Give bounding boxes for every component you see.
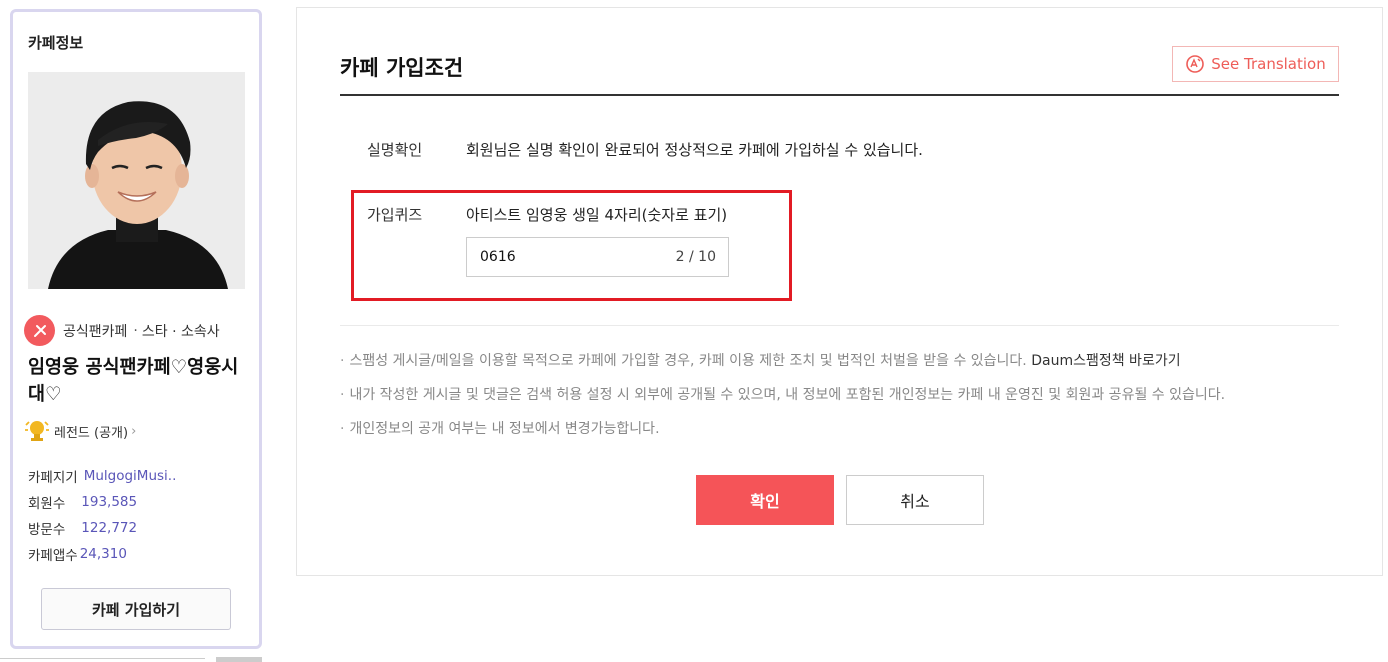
bullet: · bbox=[340, 387, 345, 403]
quiz-answer-field[interactable]: 0616 2 / 10 bbox=[466, 237, 729, 277]
stat-value: 193,585 bbox=[81, 494, 138, 510]
stat-row-visits: 방문수 122,772 bbox=[28, 515, 176, 541]
notice-privacy: · 내가 작성한 게시글 및 댓글은 검색 허용 설정 시 외부에 공개될 수 있… bbox=[340, 384, 1225, 404]
stat-label: 카페지기 bbox=[28, 470, 78, 486]
category-separator: · bbox=[133, 322, 138, 339]
bullet: · bbox=[340, 421, 345, 437]
title-divider bbox=[340, 94, 1339, 96]
notice-text: 개인정보의 공개 여부는 내 정보에서 변경가능합니다. bbox=[349, 421, 660, 437]
quiz-answer-value: 0616 bbox=[480, 249, 516, 265]
cafe-info-sidebar: 카페정보 공식팬카페 · 스타 · 소속사 임영웅 공식팬카페♡영웅시대♡ 레전… bbox=[10, 9, 262, 649]
translate-label: See Translation bbox=[1211, 55, 1326, 73]
trophy-icon bbox=[24, 419, 50, 443]
stat-row-app: 카페앱수 24,310 bbox=[28, 541, 176, 567]
category-label: 공식팬카페 bbox=[63, 323, 128, 340]
grade-chevron-icon: › bbox=[131, 423, 137, 439]
profile-photo-illustration bbox=[28, 72, 245, 289]
join-conditions-panel: 카페 가입조건 See Translation 실명확인 회원님은 실명 확인이… bbox=[296, 7, 1383, 576]
quiz-question: 아티스트 임영웅 생일 4자리(숫자로 표기) bbox=[466, 206, 728, 224]
stat-label: 카페앱수 bbox=[28, 548, 78, 564]
sidebar-footer-block bbox=[216, 657, 262, 662]
spam-policy-link[interactable]: Daum스팸정책 바로가기 bbox=[1031, 353, 1180, 369]
grade-label: 레전드 (공개) bbox=[54, 425, 129, 441]
stat-label: 방문수 bbox=[28, 522, 66, 538]
notice-text: 내가 작성한 게시글 및 댓글은 검색 허용 설정 시 외부에 공개될 수 있으… bbox=[349, 387, 1226, 403]
stat-row-manager: 카페지기 MulgogiMusi.. bbox=[28, 463, 176, 489]
category-sub: 스타 · 소속사 bbox=[141, 323, 220, 340]
quiz-char-counter: 2 / 10 bbox=[675, 249, 716, 265]
cafe-grade[interactable]: 레전드 (공개) › bbox=[24, 419, 136, 443]
profile-photo bbox=[28, 72, 245, 289]
notice-spam: · 스팸성 게시글/메일을 이용할 목적으로 카페에 가입할 경우, 카페 이용 … bbox=[340, 350, 1181, 370]
sidebar-title: 카페정보 bbox=[28, 34, 84, 52]
join-cafe-button[interactable]: 카페 가입하기 bbox=[41, 588, 231, 630]
verification-text: 회원님은 실명 확인이 완료되어 정상적으로 카페에 가입하실 수 있습니다. bbox=[466, 141, 923, 159]
see-translation-button[interactable]: See Translation bbox=[1172, 46, 1339, 82]
stat-row-members: 회원수 193,585 bbox=[28, 489, 176, 515]
notice-settings: · 개인정보의 공개 여부는 내 정보에서 변경가능합니다. bbox=[340, 418, 660, 438]
category-star-icon bbox=[24, 315, 55, 346]
translate-icon bbox=[1185, 54, 1205, 74]
stat-value: 24,310 bbox=[79, 546, 127, 562]
quiz-label: 가입퀴즈 bbox=[367, 206, 423, 224]
bullet: · bbox=[340, 353, 345, 369]
cafe-name[interactable]: 임영웅 공식팬카페♡영웅시대♡ bbox=[28, 354, 253, 408]
stat-label: 회원수 bbox=[28, 496, 66, 512]
cafe-category: 공식팬카페 · 스타 · 소속사 bbox=[24, 315, 220, 346]
stat-value: 122,772 bbox=[81, 520, 138, 536]
manager-link[interactable]: MulgogiMusi.. bbox=[84, 468, 177, 484]
confirm-button[interactable]: 확인 bbox=[696, 475, 834, 525]
page-title: 카페 가입조건 bbox=[340, 56, 464, 80]
verification-label: 실명확인 bbox=[367, 141, 423, 159]
sidebar-footer-line bbox=[0, 658, 205, 662]
notice-divider bbox=[340, 325, 1339, 326]
cancel-button[interactable]: 취소 bbox=[846, 475, 984, 525]
cafe-stats: 카페지기 MulgogiMusi.. 회원수 193,585 방문수 122,7… bbox=[28, 463, 176, 567]
notice-text: 스팸성 게시글/메일을 이용할 목적으로 카페에 가입할 경우, 카페 이용 제… bbox=[349, 353, 1027, 369]
